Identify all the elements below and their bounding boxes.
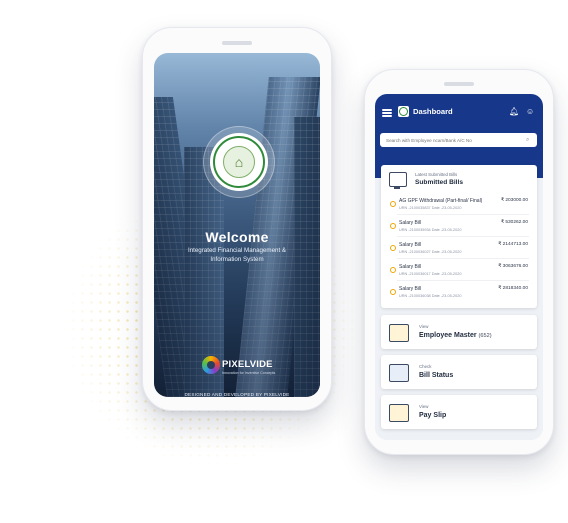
status-dot-icon xyxy=(390,201,396,207)
bill-row[interactable]: AG GPF Withdrawal (Part-final/ Final) UR… xyxy=(381,195,537,215)
bill-status-card[interactable]: Check Bill Status xyxy=(381,355,537,389)
bill-amount: ₹ 530262.00 xyxy=(500,220,528,225)
bill-meta: URN -2100035837 Date -23-05-2020 xyxy=(399,206,462,210)
splash-screen: ⌂ Welcome Integrated Financial Managemen… xyxy=(154,53,320,397)
pixelvide-swirl-icon xyxy=(202,356,220,374)
bill-amount: ₹ 2144713.00 xyxy=(498,242,528,247)
phone-speaker xyxy=(444,82,474,86)
user-icon[interactable]: ☺︎ xyxy=(526,107,535,116)
pay-slip-icon xyxy=(389,404,409,422)
bill-name: Salary Bill xyxy=(399,220,422,226)
page-title: Dashboard xyxy=(413,107,453,116)
bills-caption: Latest Submitted Bills xyxy=(415,172,458,177)
credits-text: DESIGNED AND DEVELOPED BY PIXELVIDE xyxy=(184,392,290,397)
dashboard-screen: Dashboard 🔔︎ ☺︎ ⌕ Latest Submitted Bills… xyxy=(375,94,543,440)
bill-meta: URN -2100036027 Date -23-05-2020 xyxy=(399,250,462,254)
app-subtitle: Integrated Financial Management & Inform… xyxy=(187,247,287,263)
menu-caption: View xyxy=(419,404,429,409)
bill-row[interactable]: Salary Bill URN -2100036017 Date -23-05-… xyxy=(381,261,537,281)
bill-name: AG GPF Withdrawal (Part-final/ Final) xyxy=(399,198,483,204)
bill-amount: ₹ 3063676.00 xyxy=(498,264,528,269)
bill-name: Salary Bill xyxy=(399,242,422,248)
menu-title: Bill Status xyxy=(419,372,454,379)
app-logo-icon xyxy=(398,106,409,117)
pay-slip-card[interactable]: View Pay Slip xyxy=(381,395,537,429)
menu-title: Pay Slip xyxy=(419,412,447,419)
phone-speaker xyxy=(222,41,252,45)
emblem-ring: ⌂ xyxy=(203,126,275,198)
search-input[interactable] xyxy=(380,133,537,147)
brand-tagline: Innovation for Inventive Concepts xyxy=(222,371,276,375)
bill-status-icon xyxy=(389,364,409,382)
bell-icon[interactable]: 🔔︎ xyxy=(509,107,519,116)
menu-caption: Check xyxy=(419,364,432,369)
bill-amount: ₹ 203000.00 xyxy=(500,198,528,203)
bill-meta: URN -2100036038 Date -23-05-2020 xyxy=(399,294,462,298)
status-dot-icon xyxy=(390,289,396,295)
search-icon[interactable]: ⌕ xyxy=(526,134,529,146)
menu-caption: View xyxy=(419,324,429,329)
status-dot-icon xyxy=(390,245,396,251)
bill-name: Salary Bill xyxy=(399,286,422,292)
monitor-icon xyxy=(389,172,407,189)
bill-name: Salary Bill xyxy=(399,264,422,270)
welcome-title: Welcome xyxy=(205,229,269,245)
employee-master-card[interactable]: View Employee Master (652) xyxy=(381,315,537,349)
bill-row[interactable]: Salary Bill URN -2100036038 Date -23-05-… xyxy=(381,283,537,303)
splash-phone: ⌂ Welcome Integrated Financial Managemen… xyxy=(142,27,332,411)
bill-amount: ₹ 2818340.00 xyxy=(498,286,528,291)
status-dot-icon xyxy=(390,267,396,273)
state-emblem-icon: ⌂ xyxy=(210,133,268,191)
submitted-bills-card[interactable]: Latest Submitted Bills Submitted Bills A… xyxy=(381,165,537,308)
bill-row[interactable]: Salary Bill URN -2100036027 Date -23-05-… xyxy=(381,239,537,259)
bill-meta: URN -2100035934 Date -23-05-2020 xyxy=(399,228,462,232)
employee-count: (652) xyxy=(478,333,492,339)
employees-icon xyxy=(389,324,409,342)
brand-name: PIXELVIDE xyxy=(222,359,273,370)
hamburger-icon[interactable] xyxy=(382,109,392,117)
status-dot-icon xyxy=(390,223,396,229)
bill-meta: URN -2100036017 Date -23-05-2020 xyxy=(399,272,462,276)
bills-title: Submitted Bills xyxy=(415,179,463,186)
bill-row[interactable]: Salary Bill URN -2100035934 Date -23-05-… xyxy=(381,217,537,237)
menu-title: Employee Master (652) xyxy=(419,332,492,339)
dashboard-phone: Dashboard 🔔︎ ☺︎ ⌕ Latest Submitted Bills… xyxy=(364,69,554,455)
pixelvide-logo: PIXELVIDE Innovation for Inventive Conce… xyxy=(202,353,282,383)
